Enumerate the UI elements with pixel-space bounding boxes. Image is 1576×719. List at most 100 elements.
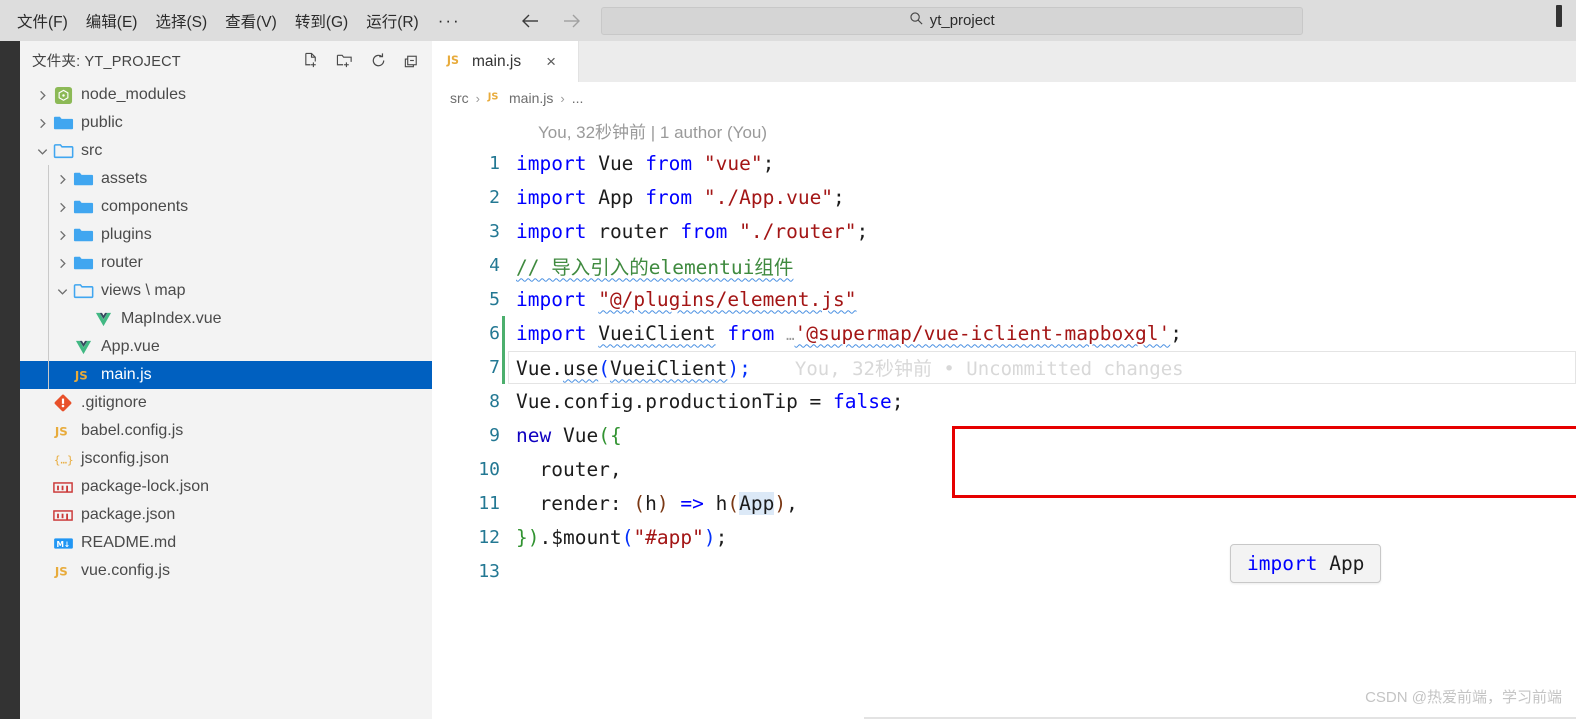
chevron-right-icon[interactable] — [54, 199, 70, 215]
tree-item-package-json[interactable]: package.json — [20, 501, 432, 529]
code-line-text: // 导入引入的elementui组件 — [516, 251, 793, 280]
tree-item-assets[interactable]: assets — [20, 165, 432, 193]
tree-item-public[interactable]: public — [20, 109, 432, 137]
code-editor[interactable]: You, 32秒钟前 | 1 author (You) 1 import Vue… — [432, 114, 1576, 719]
tree-item-label: views \ map — [101, 282, 186, 299]
tree-item-plugins[interactable]: plugins — [20, 221, 432, 249]
menu-more-button[interactable]: ··· — [428, 12, 471, 29]
chevron-right-icon[interactable] — [54, 227, 70, 243]
chevron-right-icon[interactable] — [54, 255, 70, 271]
npm-icon — [52, 476, 74, 498]
menu-bar: 文件(F) 编辑(E) 选择(S) 查看(V) 转到(G) 运行(R) ··· — [8, 6, 471, 36]
tree-item-vue-config-js[interactable]: JS vue.config.js — [20, 557, 432, 585]
token-function: h — [715, 491, 728, 515]
tree-item-main-js[interactable]: JS main.js — [20, 361, 432, 389]
file-tree[interactable]: node_modules public src assets components plu… — [20, 81, 432, 585]
tree-item-package-lock-json[interactable]: package-lock.json — [20, 473, 432, 501]
search-input[interactable]: yt_project — [600, 6, 1303, 35]
token-keyword: import — [516, 151, 587, 175]
tree-item-node-modules[interactable]: node_modules — [20, 81, 432, 109]
token-argument-app[interactable]: App — [739, 491, 775, 515]
json-icon: {…} — [52, 448, 74, 470]
folder-icon — [72, 224, 94, 246]
token-dot: . — [551, 356, 563, 380]
token-semicolon: ; — [833, 185, 845, 209]
explorer-title: 文件夹: YT_PROJECT — [32, 53, 181, 70]
git-icon — [52, 392, 74, 414]
tree-item-app-vue[interactable]: App.vue — [20, 333, 432, 361]
refresh-icon[interactable] — [370, 52, 387, 69]
tree-item-label: vue.config.js — [81, 562, 170, 579]
arrow-right-icon[interactable] — [561, 10, 583, 32]
tree-item-label: .gitignore — [81, 394, 147, 411]
tree-item-label: assets — [101, 170, 148, 187]
breadcrumb-item-file[interactable]: main.js — [509, 90, 553, 106]
chevron-down-icon[interactable] — [34, 143, 50, 159]
tree-item-mapindex-vue[interactable]: MapIndex.vue — [20, 305, 432, 333]
tree-item-jsconfig-json[interactable]: {…} jsconfig.json — [20, 445, 432, 473]
vue-icon — [72, 336, 94, 358]
token-keyword: import — [516, 287, 587, 311]
tree-item-babel-config-js[interactable]: JS babel.config.js — [20, 417, 432, 445]
vscode-window: 文件(F) 编辑(E) 选择(S) 查看(V) 转到(G) 运行(R) ··· … — [0, 0, 1576, 719]
node-icon — [52, 84, 74, 106]
token-paren-close: ) — [727, 356, 740, 380]
code-line-10: 10 router, — [432, 452, 1576, 486]
menu-file[interactable]: 文件(F) — [8, 6, 77, 36]
svg-text:JS: JS — [487, 91, 498, 102]
token-colon: : — [609, 491, 634, 515]
token-dot-2: . — [633, 389, 646, 413]
line-number: 11 — [478, 492, 500, 514]
code-line-9: 9 new Vue({ — [432, 418, 1576, 452]
tree-item-label: package.json — [81, 506, 176, 523]
new-folder-icon[interactable] — [336, 52, 354, 69]
editor-area: JS main.js × src › JS main.js › ... You,… — [432, 41, 1576, 719]
tab-main-js[interactable]: JS main.js × — [432, 41, 579, 82]
new-file-icon[interactable] — [303, 52, 320, 69]
menu-view[interactable]: 查看(V) — [216, 6, 286, 36]
inlay-hint-dots: … — [786, 327, 795, 344]
svg-text:M↓: M↓ — [56, 539, 70, 548]
arrow-left-icon[interactable] — [519, 10, 541, 32]
chevron-right-icon[interactable] — [54, 171, 70, 187]
indent-guide — [48, 277, 49, 305]
tooltip-symbol: App — [1329, 552, 1365, 575]
chevron-right-icon[interactable] — [34, 87, 50, 103]
token-semicolon: ; — [1170, 321, 1182, 345]
breadcrumb-item-symbols[interactable]: ... — [572, 90, 584, 106]
tree-item-router[interactable]: router — [20, 249, 432, 277]
menu-go[interactable]: 转到(G) — [286, 6, 357, 36]
tree-item-components[interactable]: components — [20, 193, 432, 221]
js-icon: JS — [52, 560, 74, 582]
chevron-right-icon[interactable] — [34, 115, 50, 131]
token-string: "./router" — [739, 219, 857, 243]
indent-guide — [48, 221, 49, 249]
title-bar: 文件(F) 编辑(E) 选择(S) 查看(V) 转到(G) 运行(R) ··· … — [0, 0, 1576, 41]
line-number: 5 — [489, 288, 500, 310]
close-icon[interactable]: × — [546, 53, 556, 70]
code-line-text: Vue.use(VueiClient); You, 32秒钟前 • Uncommi… — [516, 354, 1184, 381]
token-string: "./App.vue" — [703, 185, 834, 209]
menu-run[interactable]: 运行(R) — [357, 6, 428, 36]
breadcrumb-item-src[interactable]: src — [450, 90, 469, 106]
svg-text:JS: JS — [74, 369, 88, 383]
token-comment: // 导入引入的elementui组件 — [516, 255, 794, 279]
line-number: 12 — [478, 526, 500, 548]
tree-item-views-map[interactable]: views \ map — [20, 277, 432, 305]
tree-item-src[interactable]: src — [20, 137, 432, 165]
code-line-text: import Vue from "vue"; — [516, 152, 774, 175]
markdown-icon: M↓ — [52, 532, 74, 554]
tree-item-readme-md[interactable]: M↓ README.md — [20, 529, 432, 557]
indent-guide — [48, 333, 49, 361]
code-line-3: 3 import router from "./router"; — [432, 214, 1576, 248]
menu-selection[interactable]: 选择(S) — [146, 6, 216, 36]
collapse-all-icon[interactable] — [403, 52, 420, 69]
code-line-text: import "@/plugins/element.js" — [516, 288, 856, 311]
tree-item--gitignore[interactable]: .gitignore — [20, 389, 432, 417]
activity-bar[interactable] — [0, 41, 20, 719]
menu-edit[interactable]: 编辑(E) — [77, 6, 147, 36]
svg-text:JS: JS — [54, 425, 68, 439]
chevron-down-icon[interactable] — [54, 283, 70, 299]
window-edge-marker — [1556, 5, 1562, 27]
svg-text:JS: JS — [446, 53, 459, 66]
